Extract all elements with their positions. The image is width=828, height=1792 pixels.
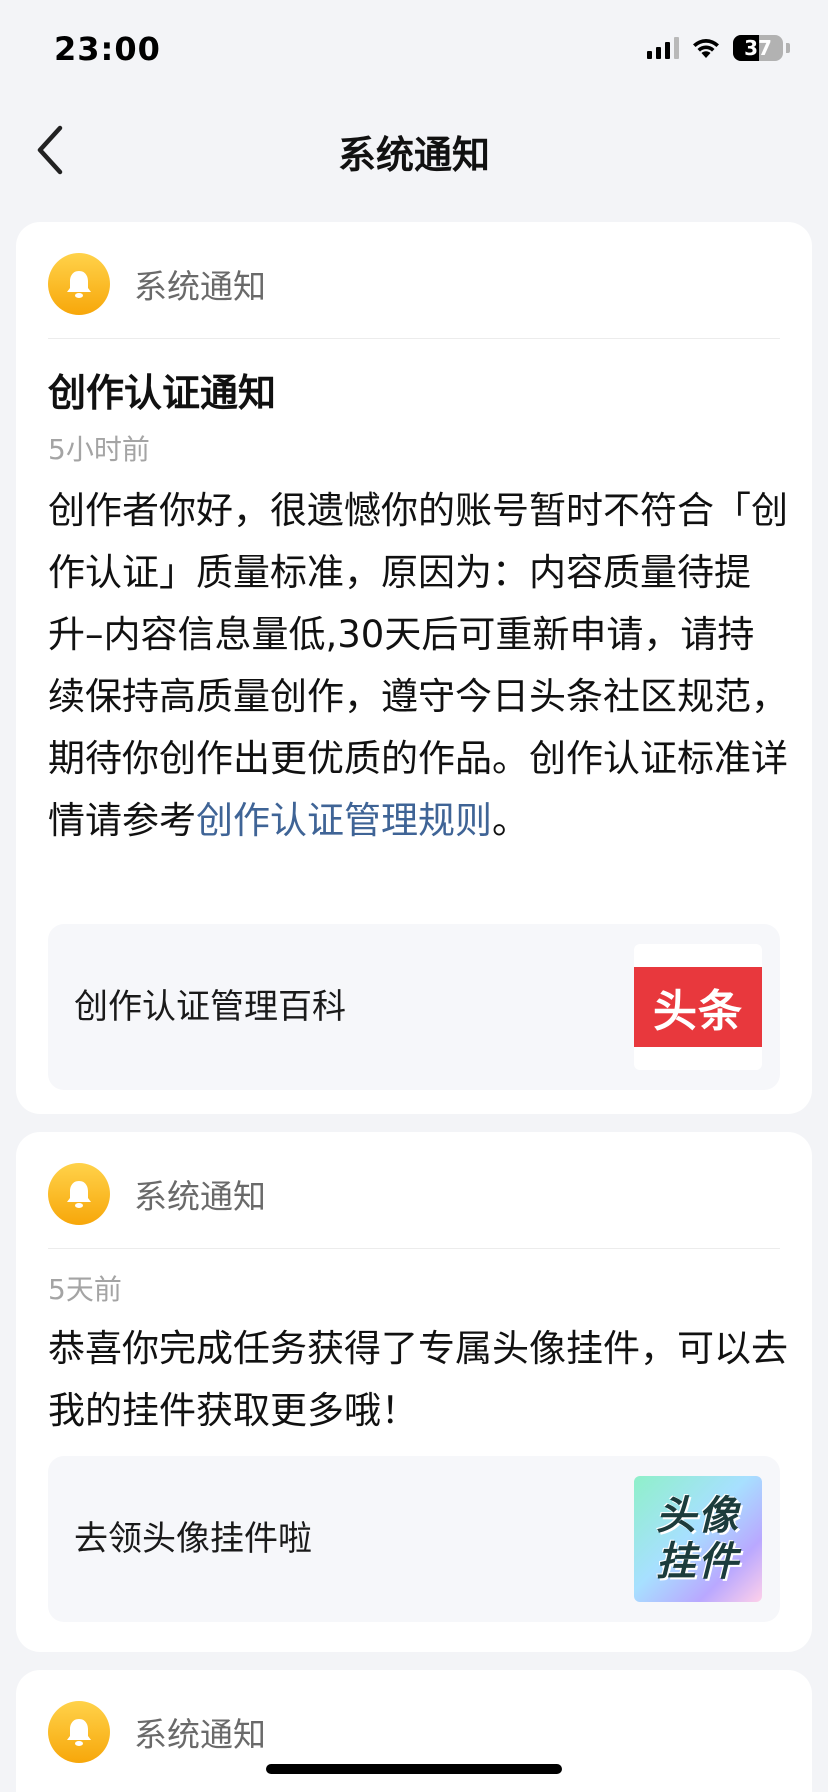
notification-body-end: 。 <box>492 799 529 842</box>
navigation-bar: 系统通知 <box>0 100 828 200</box>
notification-body: 创作者你好，很遗憾你的账号暂时不符合「创作认证」质量标准，原因为：内容质量待提升… <box>48 480 788 852</box>
attachment-label: 去领头像挂件啦 <box>74 1519 312 1559</box>
divider <box>48 1248 780 1249</box>
attachment-label: 创作认证管理百科 <box>74 987 346 1027</box>
battery-tip <box>786 43 790 53</box>
battery-icon: 37 <box>733 35 783 61</box>
bell-icon <box>67 1181 91 1208</box>
bell-avatar <box>48 1163 110 1225</box>
pendant-text-line1: 头像 <box>656 1493 740 1539</box>
notification-header: 系统通知 <box>48 252 266 316</box>
notification-source: 系统通知 <box>134 1715 266 1754</box>
notification-card: 系统通知 创作认证通知 5小时前 创作者你好，很遗憾你的账号暂时不符合「创作认证… <box>16 222 812 1114</box>
battery-level: 37 <box>744 36 772 60</box>
attachment-card[interactable]: 去领头像挂件啦 头像 挂件 <box>48 1456 780 1622</box>
divider <box>48 338 780 339</box>
notification-header: 系统通知 <box>48 1700 266 1764</box>
toutiao-logo-text: 头条 <box>634 967 762 1047</box>
notification-body: 恭喜你完成任务获得了专属头像挂件，可以去我的挂件获取更多哦！ <box>48 1327 788 1432</box>
bell-avatar <box>48 253 110 315</box>
notification-title: 创作认证通知 <box>48 371 277 415</box>
toutiao-logo: 头条 <box>634 944 762 1070</box>
notification-header: 系统通知 <box>48 1162 266 1226</box>
attachment-card[interactable]: 创作认证管理百科 头条 <box>48 924 780 1090</box>
pendant-text-line2: 挂件 <box>656 1539 740 1585</box>
page-title: 系统通知 <box>337 133 490 177</box>
notification-source: 系统通知 <box>134 1177 266 1216</box>
status-icons: 37 <box>647 34 790 62</box>
status-bar: 23:00 37 <box>0 0 828 100</box>
bell-icon <box>67 271 91 298</box>
rules-link[interactable]: 创作认证管理规则 <box>196 799 492 842</box>
wifi-icon <box>693 39 719 58</box>
avatar-pendant-image: 头像 挂件 <box>634 1476 762 1602</box>
signal-icon <box>647 37 679 59</box>
bell-avatar <box>48 1701 110 1763</box>
notification-time: 5小时前 <box>48 433 150 466</box>
notification-card: 系统通知 5天前 恭喜你完成任务获得了专属头像挂件，可以去我的挂件获取更多哦！ … <box>16 1132 812 1652</box>
home-indicator <box>266 1764 562 1774</box>
notification-body-text: 创作者你好，很遗憾你的账号暂时不符合「创作认证」质量标准，原因为：内容质量待提升… <box>48 489 788 842</box>
status-time: 23:00 <box>54 30 161 68</box>
notification-time: 5天前 <box>48 1273 122 1306</box>
notification-source: 系统通知 <box>134 267 266 306</box>
bell-icon <box>67 1719 91 1746</box>
